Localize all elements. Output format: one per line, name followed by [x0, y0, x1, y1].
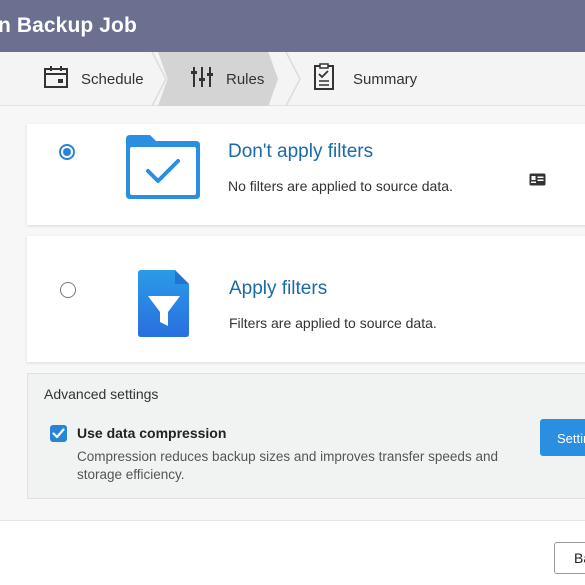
step-summary[interactable]: Summary	[313, 52, 417, 106]
advanced-settings-title: Advanced settings	[44, 386, 159, 402]
wizard-steps: Schedule Rules Summary	[0, 52, 585, 106]
file-filter-icon	[137, 270, 191, 343]
step-rules[interactable]: Rules	[190, 52, 264, 106]
option-card-no-filters[interactable]	[27, 124, 585, 225]
step-schedule-label: Schedule	[81, 70, 144, 88]
option-title-no-filters: Don't apply filters	[228, 141, 374, 162]
wizard-title: n Backup Job	[0, 14, 137, 37]
radio-no-filters[interactable]	[59, 144, 75, 160]
folder-check-icon	[124, 133, 202, 206]
sliders-icon	[190, 65, 214, 93]
compression-label[interactable]: Use data compression	[77, 425, 226, 441]
step-separator	[285, 52, 301, 106]
step-rules-label: Rules	[226, 70, 265, 88]
calendar-icon	[43, 65, 69, 93]
compression-checkbox[interactable]	[50, 425, 67, 442]
compression-description: Compression reduces backup sizes and imp…	[77, 449, 498, 482]
option-title-apply-filters: Apply filters	[229, 278, 328, 299]
step-summary-label: Summary	[353, 70, 418, 88]
back-button[interactable]: Back	[554, 542, 585, 574]
wizard-titlebar: n Backup Job	[0, 0, 585, 52]
wizard-footer	[0, 520, 585, 585]
radio-apply-filters[interactable]	[60, 282, 76, 298]
step-separator	[151, 52, 167, 106]
contact-card-icon[interactable]	[529, 173, 546, 191]
step-schedule[interactable]: Schedule	[43, 52, 144, 106]
settings-button[interactable]: Settings	[540, 419, 585, 456]
clipboard-icon	[313, 63, 335, 95]
checkmark-icon	[52, 428, 65, 439]
option-desc-apply-filters: Filters are applied to source data.	[229, 315, 437, 331]
option-desc-no-filters: No filters are applied to source data.	[228, 178, 453, 194]
